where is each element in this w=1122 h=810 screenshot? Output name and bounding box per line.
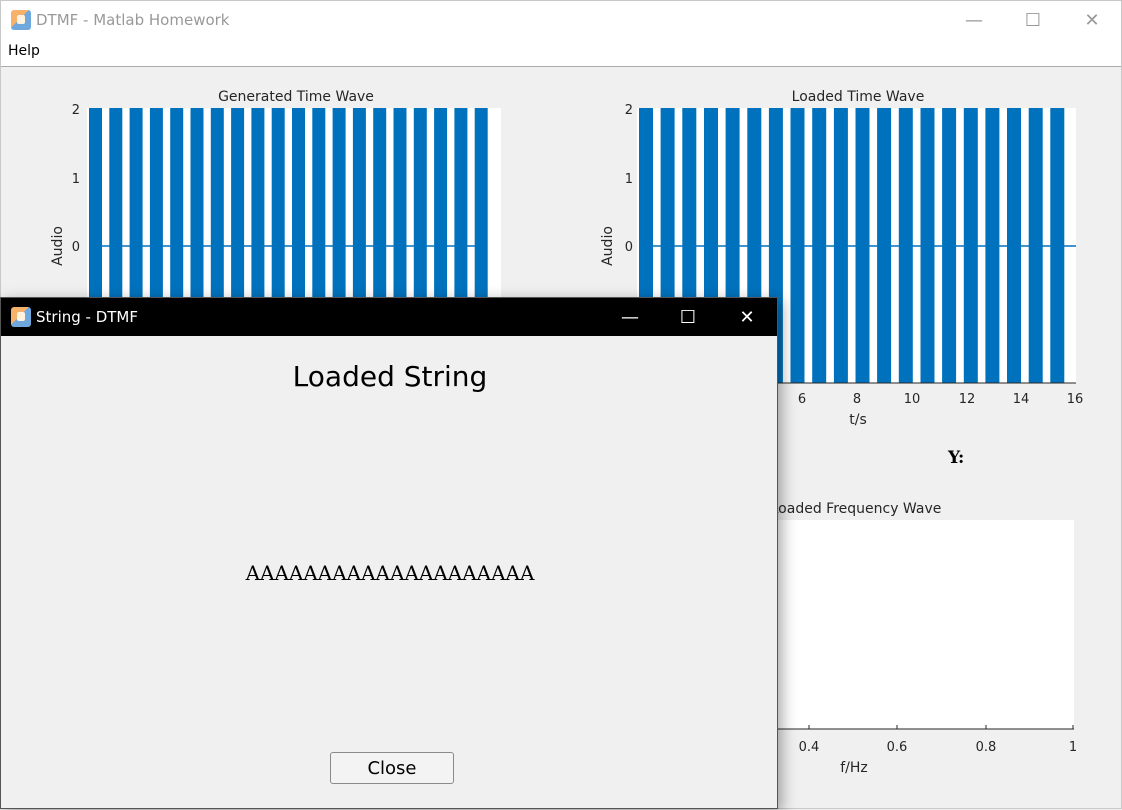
generated-ytick-0: 0 <box>72 240 80 255</box>
generated-ylabel: Audio <box>50 226 66 266</box>
freq-xtick-0-8: 0.8 <box>976 740 997 755</box>
matlab-app-icon <box>11 307 31 327</box>
loaded-xlabel: t/s <box>849 412 867 428</box>
loaded-xtick-6: 6 <box>798 392 806 407</box>
tone-burst-bar <box>393 108 407 308</box>
loaded-string-value: AAAAAAAAAAAAAAAAAAAA <box>245 561 535 585</box>
maximize-icon[interactable]: ☐ <box>665 298 711 336</box>
tone-burst-bar <box>190 108 204 308</box>
string-dialog: String - DTMF — ☐ ✕ Loaded String AAAAAA… <box>0 297 778 809</box>
dialog-title: String - DTMF <box>36 308 138 326</box>
freq-xtick-0-6: 0.6 <box>887 740 908 755</box>
tone-burst-bar <box>413 108 427 308</box>
dialog-titlebar[interactable]: String - DTMF — ☐ ✕ <box>1 298 777 336</box>
dialog-heading: Loaded String <box>292 360 488 393</box>
close-icon[interactable]: ✕ <box>724 298 770 336</box>
loaded-ytick-2: 2 <box>625 103 633 118</box>
tone-burst-bar <box>434 108 448 308</box>
tone-burst-bar <box>231 108 245 308</box>
tone-burst-bar <box>292 108 305 308</box>
tone-burst-bar <box>373 108 387 308</box>
close-button[interactable]: Close <box>330 752 454 784</box>
loaded-xtick-16: 16 <box>1067 392 1084 407</box>
freq-xtick-1: 1 <box>1069 740 1077 755</box>
tone-burst-bar <box>129 108 143 308</box>
loaded-freq-xlabel: f/Hz <box>840 760 868 776</box>
minimize-icon[interactable]: — <box>607 298 653 336</box>
tone-burst-bar <box>149 108 163 308</box>
loaded-ytick-1: 1 <box>625 172 633 187</box>
y-result-label: Y: <box>948 448 965 468</box>
tone-burst-bar <box>251 108 265 308</box>
freq-xtick-0-4: 0.4 <box>799 740 820 755</box>
generated-ytick-2: 2 <box>72 103 80 118</box>
loaded-xtick-10: 10 <box>904 392 921 407</box>
tone-burst-bar <box>332 108 346 308</box>
tone-burst-bar <box>454 108 468 308</box>
loaded-xtick-8: 8 <box>853 392 861 407</box>
generated-time-title: Generated Time Wave <box>218 89 374 105</box>
tone-burst-bar <box>352 108 366 308</box>
tone-burst-bar <box>474 108 488 308</box>
tone-burst-bar <box>170 108 184 308</box>
loaded-ytick-0: 0 <box>625 240 633 255</box>
generated-time-chart: Generated Time Wave 2 1 0 Audio <box>50 89 501 308</box>
tone-burst-bar <box>312 108 326 308</box>
tone-burst-bar <box>210 108 224 308</box>
loaded-freq-title: Loaded Frequency Wave <box>771 501 942 517</box>
tone-burst-bar <box>109 108 123 308</box>
tone-burst-bar <box>271 108 285 308</box>
loaded-xtick-14: 14 <box>1013 392 1030 407</box>
tone-burst-bar <box>89 108 102 308</box>
loaded-time-title: Loaded Time Wave <box>792 89 925 105</box>
generated-ytick-1: 1 <box>72 172 80 187</box>
loaded-xtick-12: 12 <box>959 392 976 407</box>
loaded-ylabel: Audio <box>600 226 616 266</box>
